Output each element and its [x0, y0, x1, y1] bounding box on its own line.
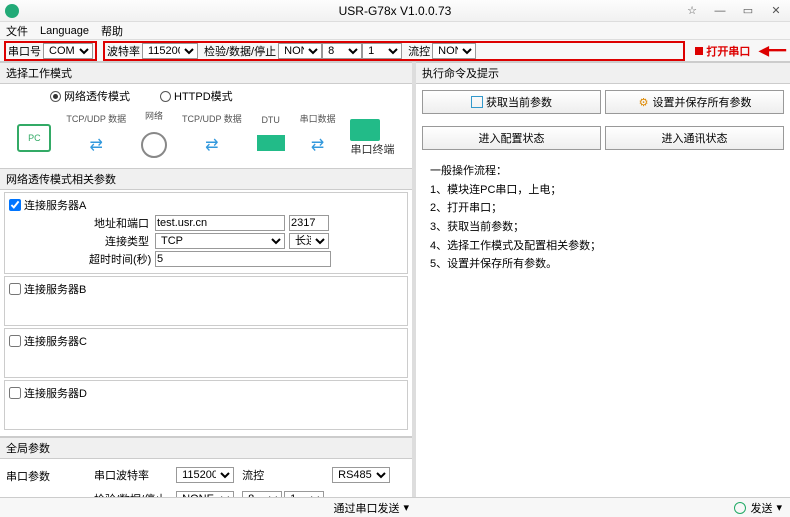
mode-net-radio[interactable]: 网络透传模式 — [50, 88, 130, 104]
dtu-icon — [257, 135, 285, 151]
g-flow-select[interactable]: RS485 — [332, 467, 390, 483]
star-icon[interactable]: ☆ — [678, 1, 706, 21]
menu-file[interactable]: 文件 — [6, 23, 28, 39]
conntype-select[interactable]: TCP — [155, 233, 285, 249]
dropdown-icon[interactable]: ▾ — [776, 501, 782, 514]
port-group: 串口号 COM6 — [4, 41, 97, 61]
port-input[interactable] — [289, 215, 329, 231]
title-bar: USR-G78x V1.0.0.73 ☆ — ▭ ✕ — [0, 0, 790, 22]
maximize-button[interactable]: ▭ — [734, 1, 762, 21]
close-button[interactable]: ✕ — [762, 1, 790, 21]
dropdown-icon[interactable]: ▾ — [403, 501, 409, 514]
flow-select[interactable]: NONE — [432, 43, 476, 59]
stopbits-select[interactable]: 1 — [362, 43, 402, 59]
server-c-checkbox[interactable]: 连接服务器C — [9, 333, 403, 349]
minimize-button[interactable]: — — [706, 1, 734, 21]
menu-language[interactable]: Language — [40, 25, 89, 37]
g-stopbits-select[interactable]: 1 — [284, 491, 324, 497]
server-a-checkbox[interactable]: 连接服务器A — [9, 197, 403, 213]
right-title: 执行命令及提示 — [416, 62, 790, 84]
baud-label: 波特率 — [107, 43, 140, 59]
menu-help[interactable]: 帮助 — [101, 23, 123, 39]
menu-bar: 文件 Language 帮助 — [0, 22, 790, 40]
instruction-text: 一般操作流程： 1、模块连PC串口，上电； 2、打开串口； 3、获取当前参数； … — [422, 156, 784, 280]
footer-bar: 通过串口发送 ▾ 发送 ▾ — [0, 497, 790, 517]
mode-httpd-radio[interactable]: HTTPD模式 — [160, 88, 233, 104]
globe-icon — [141, 132, 167, 158]
gear-icon: ⚙ — [638, 96, 650, 108]
server-d-block: 连接服务器D — [4, 380, 408, 430]
send-via-label: 通过串口发送 — [333, 500, 399, 516]
server-b-block: 连接服务器B — [4, 276, 408, 326]
window-title: USR-G78x V1.0.0.73 — [339, 4, 452, 18]
port-status-icon — [695, 47, 703, 55]
open-port-button[interactable]: 打开串口 — [695, 43, 750, 59]
get-params-button[interactable]: 获取当前参数 — [422, 90, 601, 114]
serial-params-label: 串口参数 — [6, 468, 86, 484]
timeout-input[interactable] — [155, 251, 331, 267]
arrow-icon: ⇄ — [205, 137, 218, 154]
server-c-block: 连接服务器C — [4, 328, 408, 378]
conntype2-select[interactable]: 长连接 — [289, 233, 329, 249]
right-panel: 执行命令及提示 获取当前参数 ⚙设置并保存所有参数 进入配置状态 进入通讯状态 … — [416, 62, 790, 497]
server-d-checkbox[interactable]: 连接服务器D — [9, 385, 403, 401]
enter-comm-button[interactable]: 进入通讯状态 — [605, 126, 784, 150]
mode-section-title: 选择工作模式 — [0, 62, 412, 84]
baud-select[interactable]: 115200 — [142, 43, 198, 59]
port-label: 串口号 — [8, 43, 41, 59]
global-section-title: 全局参数 — [0, 437, 412, 459]
port-select[interactable]: COM6 — [43, 43, 93, 59]
serial-toolbar: 串口号 COM6 波特率 115200 检验/数据/停止 NONE 8 1 流控… — [0, 40, 790, 62]
parity-label: 检验/数据/停止 — [204, 43, 276, 59]
serial-params-group: 波特率 115200 检验/数据/停止 NONE 8 1 流控 NONE — [103, 41, 685, 61]
app-icon — [5, 4, 19, 18]
server-b-checkbox[interactable]: 连接服务器B — [9, 281, 403, 297]
pc-icon: PC — [17, 124, 51, 152]
doc-icon — [471, 96, 483, 108]
topology-diagram: PC TCP/UDP 数据⇄ 网络 TCP/UDP 数据⇄ DTU 串口数据⇄ … — [10, 110, 402, 166]
left-panel: 选择工作模式 网络透传模式 HTTPD模式 PC TCP/UDP 数据⇄ 网络 … — [0, 62, 416, 497]
flow-label: 流控 — [408, 43, 430, 59]
send-button[interactable]: 发送 — [750, 500, 772, 516]
addr-input[interactable] — [155, 215, 285, 231]
params-section-title: 网络透传模式相关参数 — [0, 168, 412, 190]
terminal-icon — [350, 119, 380, 141]
g-databits-select[interactable]: 8 — [242, 491, 282, 497]
arrow-icon: ⇄ — [311, 137, 324, 154]
databits-select[interactable]: 8 — [322, 43, 362, 59]
arrow-annotation: ◀━━ — [758, 42, 786, 59]
server-a-block: 连接服务器A 地址和端口 连接类型 TCP 长连接 超时时间(秒) — [4, 192, 408, 274]
enter-config-button[interactable]: 进入配置状态 — [422, 126, 601, 150]
parity-select[interactable]: NONE — [278, 43, 322, 59]
g-baud-select[interactable]: 115200 — [176, 467, 234, 483]
send-icon — [734, 502, 746, 514]
arrow-icon: ⇄ — [90, 137, 103, 154]
set-params-button[interactable]: ⚙设置并保存所有参数 — [605, 90, 784, 114]
g-parity-select[interactable]: NONE — [176, 491, 234, 497]
